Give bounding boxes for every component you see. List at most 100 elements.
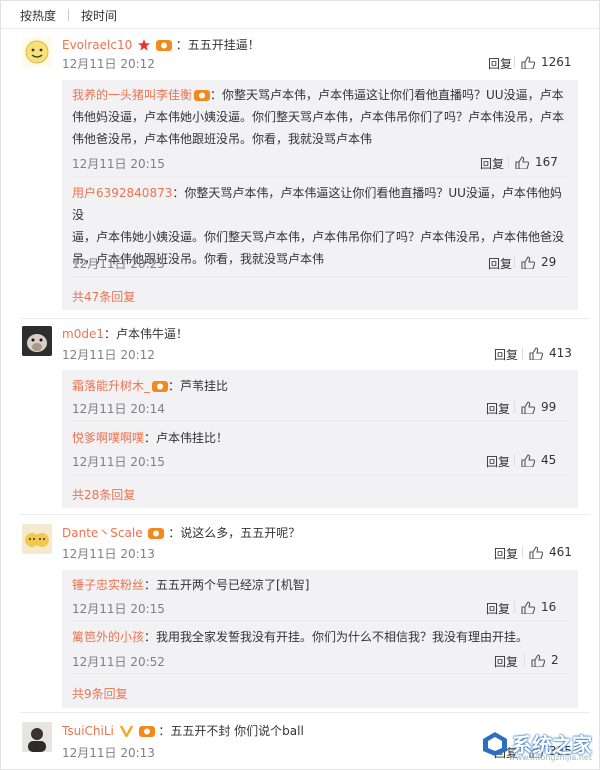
reply-button[interactable]: 回复 <box>486 453 510 470</box>
comment-line: TsuiChiLi ：五五开不封 你们说个ball <box>62 722 304 739</box>
reply-divider <box>72 620 568 621</box>
reply-text: ：芦苇挂比 <box>168 379 229 393</box>
comment-username[interactable]: Dante丶Scale <box>62 526 143 540</box>
more-replies-link[interactable]: 共47条回复 <box>72 288 135 305</box>
comment-username[interactable]: m0de1 <box>62 327 104 341</box>
sort-by-time-tab[interactable]: 按时间 <box>81 7 117 24</box>
like-button[interactable]: 2 <box>524 653 559 667</box>
comment-username[interactable]: TsuiChiLi <box>62 724 114 738</box>
comment-time: 12月11日 20:13 <box>62 547 155 561</box>
action-separator <box>514 454 515 466</box>
reply-divider <box>72 420 568 421</box>
thumbs-up-icon <box>521 255 535 269</box>
more-replies-link[interactable]: 共28条回复 <box>72 486 135 503</box>
sort-separator <box>68 9 70 21</box>
reply-text: ：你整天骂卢本伟，卢本伟逼这让你们看他直播吗？UU没逼，卢本 <box>210 88 564 102</box>
like-count: 29 <box>541 255 557 269</box>
reply-button[interactable]: 回复 <box>480 155 504 172</box>
verified-v-badge-icon <box>119 725 133 737</box>
like-count: 2 <box>551 653 559 667</box>
reply-username[interactable]: 我养的一头猪叫李佳衡 <box>72 88 192 102</box>
thumbs-up-icon <box>521 600 535 614</box>
reply-text-block: 我养的一头猪叫李佳衡 ：你整天骂卢本伟，卢本伟逼这让你们看他直播吗？UU没逼，卢本… <box>72 84 572 150</box>
reply-text: ：五五开两个号已经凉了[机智] <box>144 578 310 592</box>
reply-button[interactable]: 回复 <box>494 653 518 670</box>
reply-text: 伟他妈没逼，卢本伟她小姨没逼。你们整天骂卢本伟，卢本伟吊你们了吗？卢本伟没吊，卢… <box>72 110 565 124</box>
reply-divider <box>72 474 568 475</box>
fan-badge-icon <box>152 381 169 392</box>
fan-badge-icon <box>148 528 165 539</box>
avatar[interactable] <box>22 524 52 554</box>
smiley-avatar-icon <box>22 37 52 67</box>
like-button[interactable]: 461 <box>522 545 572 559</box>
reply-username[interactable]: 悦爹啊噗啊噗 <box>72 431 144 445</box>
reply-divider <box>72 276 568 277</box>
action-separator <box>514 56 515 68</box>
comment-text: ：五五开不封 你们说个ball <box>158 724 304 738</box>
user-photo-avatar-icon <box>22 722 52 752</box>
like-count: 99 <box>541 400 557 414</box>
reply-button[interactable]: 回复 <box>494 545 518 562</box>
comment-time: 12月11日 20:12 <box>62 348 155 362</box>
thumbs-up-icon <box>521 55 535 69</box>
action-separator <box>514 601 515 613</box>
more-replies-link[interactable]: 共9条回复 <box>72 685 128 702</box>
thumbs-up-icon <box>521 400 535 414</box>
reply-username[interactable]: 用户6392840873 <box>72 186 172 200</box>
reply-username[interactable]: 锤子忠实粉丝 <box>72 578 144 592</box>
comment-time: 12月11日 20:13 <box>62 746 155 760</box>
thumbs-up-icon <box>529 545 543 559</box>
reply-text-block: 霜落能升树木_ ：芦苇挂比 <box>72 375 228 397</box>
comment-line: Dante丶Scale ：说这么多，五五开呢？ <box>62 524 300 541</box>
sort-by-hot-tab[interactable]: 按热度 <box>20 7 56 24</box>
comment-text: ：说这么多，五五开呢？ <box>168 526 301 540</box>
action-separator <box>508 156 509 168</box>
reply-time: 12月11日 20:15 <box>72 157 165 171</box>
fan-badge-icon <box>194 90 211 101</box>
like-count: 461 <box>549 545 572 559</box>
like-button[interactable]: 29 <box>514 255 556 269</box>
like-button[interactable]: 167 <box>508 155 558 169</box>
action-separator <box>514 256 515 268</box>
xitongzhijia-logo-icon <box>483 731 507 756</box>
action-separator <box>514 401 515 413</box>
reply-button[interactable]: 回复 <box>486 600 510 617</box>
like-count: 16 <box>541 600 557 614</box>
reply-username[interactable]: 篱笆外的小孩 <box>72 630 144 644</box>
reply-username[interactable]: 霜落能升树木_ <box>72 379 150 393</box>
reply-button[interactable]: 回复 <box>488 255 512 272</box>
comment-text: ：五五开挂逼！ <box>175 38 260 52</box>
reply-time: 12月11日 20:15 <box>72 455 165 469</box>
reply-text: 伟他爸没吊，卢本伟他跟班没吊。你看，我就没骂卢本伟 <box>72 132 373 146</box>
comment-time: 12月11日 20:12 <box>62 57 155 71</box>
reply-time: 12月11日 20:15 <box>72 602 165 616</box>
reply-text: ：我用我全家发誓我没有开挂。你们为什么不相信我？我没有理由开挂。 <box>144 630 529 644</box>
comment-divider <box>20 712 590 713</box>
like-button[interactable]: 45 <box>514 453 556 467</box>
like-button[interactable]: 413 <box>522 346 572 360</box>
like-count: 167 <box>535 155 558 169</box>
like-count: 413 <box>549 346 572 360</box>
action-separator <box>522 347 523 359</box>
reply-button[interactable]: 回复 <box>494 346 518 363</box>
reply-button[interactable]: 回复 <box>488 55 512 72</box>
comment-username[interactable]: Evolraelc10 <box>62 38 132 52</box>
avatar[interactable] <box>22 37 52 67</box>
reply-button[interactable]: 回复 <box>486 400 510 417</box>
like-count: 1261 <box>541 55 572 69</box>
reply-text: 逼，卢本伟她小姨没逼。你们整天骂卢本伟，卢本伟吊你们了吗？卢本伟没吊，卢本伟他爸… <box>72 230 565 244</box>
comment-line: Evolraelc10 ：五五开挂逼！ <box>62 36 260 53</box>
fan-badge-icon <box>138 726 155 737</box>
reply-time: 12月11日 20:52 <box>72 655 165 669</box>
avatar[interactable] <box>22 722 52 752</box>
like-button[interactable]: 1261 <box>514 55 572 69</box>
reply-time: 12月11日 20:25 <box>72 257 165 271</box>
reply-text: ：卢本伟挂比！ <box>144 431 229 445</box>
like-button[interactable]: 16 <box>514 600 556 614</box>
avatar[interactable] <box>22 326 52 356</box>
thumbs-up-icon <box>529 346 543 360</box>
star-badge-icon <box>138 39 151 51</box>
like-button[interactable]: 99 <box>514 400 556 414</box>
action-separator <box>522 546 523 558</box>
comment-divider <box>20 318 590 319</box>
